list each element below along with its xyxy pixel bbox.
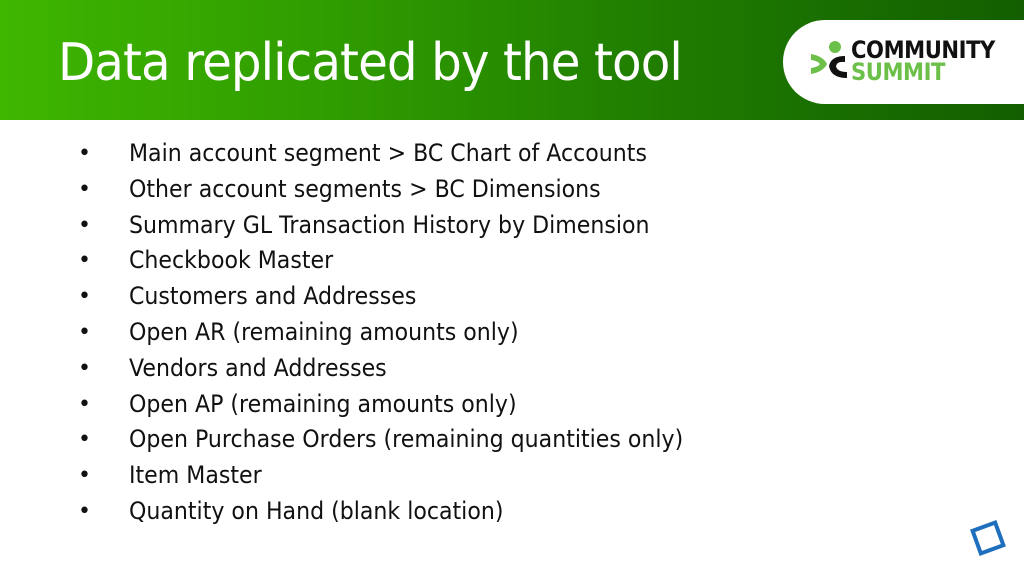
bullet-icon: •	[78, 463, 91, 489]
blue-square-logo-icon	[970, 520, 1006, 556]
bullet-text: Customers and Addresses	[129, 282, 417, 311]
bullet-text: Main account segment > BC Chart of Accou…	[129, 139, 647, 167]
community-summit-logo: COMMUNITY SUMMIT	[783, 20, 1024, 104]
bullet-icon: •	[78, 319, 91, 345]
bullet-icon: •	[78, 248, 91, 274]
bullet-text: Other account segments > BC Dimensions	[129, 174, 601, 203]
bullet-icon: •	[78, 284, 91, 310]
slide-header: Data replicated by the tool COMMUNITY SU…	[0, 0, 1024, 120]
community-summit-mark-icon	[811, 41, 847, 78]
slide-title: Data replicated by the tool	[58, 33, 683, 93]
bullet-icon: •	[78, 427, 91, 453]
bullet-icon: •	[78, 141, 91, 166]
bullet-text: Open Purchase Orders (remaining quantiti…	[129, 425, 684, 454]
bullet-icon: •	[78, 212, 91, 238]
bullet-text: Item Master	[129, 461, 262, 490]
logo-summit-text: SUMMIT	[851, 58, 946, 86]
bullet-text: Checkbook Master	[129, 246, 334, 275]
bullet-icon: •	[78, 176, 91, 202]
bullet-icon: •	[78, 355, 91, 381]
bullet-text: Summary GL Transaction History by Dimens…	[129, 210, 650, 239]
bullet-icon: •	[78, 391, 91, 417]
bullet-text: Vendors and Addresses	[129, 353, 387, 382]
logo-text: COMMUNITY SUMMIT	[851, 38, 1015, 86]
bullet-icon: •	[78, 498, 91, 524]
bullet-text: Quantity on Hand (blank location)	[129, 496, 504, 525]
bullet-text: Open AR (remaining amounts only)	[129, 317, 519, 346]
bullet-text: Open AP (remaining amounts only)	[129, 389, 517, 418]
